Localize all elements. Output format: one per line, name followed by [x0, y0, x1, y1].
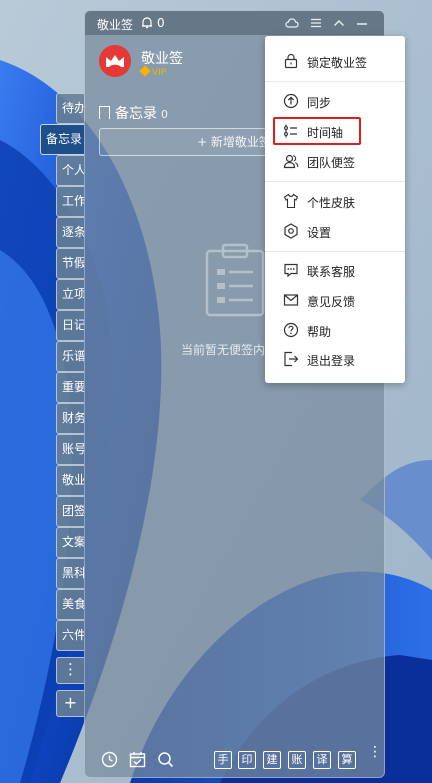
tab-todo[interactable]: 待办: [56, 93, 84, 124]
calculator-button[interactable]: 算: [338, 751, 356, 769]
menu-item-support[interactable]: 联系客服: [265, 255, 405, 285]
avatar[interactable]: [99, 45, 131, 77]
tab-holiday[interactable]: 节假: [56, 248, 84, 279]
account-button[interactable]: 账: [288, 751, 306, 769]
tab-itemized[interactable]: 逐条: [56, 217, 84, 248]
tab-accounts[interactable]: 账号: [56, 434, 84, 465]
tab-work[interactable]: 工作: [56, 186, 84, 217]
menu-label-support: 联系客服: [307, 265, 356, 279]
tab-diary[interactable]: 日记: [56, 310, 84, 341]
tab-finance[interactable]: 财务: [56, 403, 84, 434]
category-tabs: 待办 备忘录 个人 工作 逐条 节假 立项 日记 乐谱 重要 财务 账号 敬业 …: [40, 93, 84, 717]
menu-divider: [265, 81, 405, 82]
menu-label-help: 帮助: [307, 325, 332, 339]
section-count: 0: [161, 108, 168, 121]
skin-icon: [283, 193, 299, 209]
tab-project[interactable]: 立项: [56, 279, 84, 310]
bottom-more-icon[interactable]: ⋮: [368, 745, 382, 759]
clock-icon[interactable]: [101, 751, 118, 768]
build-button[interactable]: 建: [263, 751, 281, 769]
team-icon: [283, 154, 299, 169]
section-header: 备忘录 0: [99, 103, 168, 123]
logo-icon: [99, 45, 131, 77]
menu-label-lock: 锁定敬业签: [307, 56, 368, 70]
lock-icon: [284, 53, 298, 69]
menu-label-sync: 同步: [307, 96, 332, 110]
clipboard-icon: [205, 243, 265, 317]
menu-item-sync[interactable]: 同步: [265, 86, 405, 116]
menu-item-settings[interactable]: 设置: [265, 216, 405, 246]
menu-item-logout[interactable]: 退出登录: [265, 344, 405, 374]
tab-team-note[interactable]: 团签: [56, 496, 84, 527]
cloud-sync-icon[interactable]: [285, 16, 299, 30]
minimize-icon[interactable]: [355, 16, 369, 30]
calendar-check-icon[interactable]: [129, 751, 146, 768]
tab-food[interactable]: 美食: [56, 589, 84, 620]
translate-button[interactable]: 译: [313, 751, 331, 769]
tab-slot-active: 备忘录: [40, 124, 84, 155]
section-title: 备忘录: [115, 106, 157, 122]
menu-icon[interactable]: [309, 16, 323, 30]
tab-personal[interactable]: 个人: [56, 155, 84, 186]
menu-label-settings: 设置: [307, 226, 332, 240]
sync-icon: [283, 93, 299, 109]
tab-six-things[interactable]: 六件: [56, 620, 84, 651]
menu-item-team[interactable]: 团队便签: [265, 146, 405, 176]
menu-item-skin[interactable]: 个性皮肤: [265, 186, 405, 216]
tab-memo[interactable]: 备忘录: [40, 124, 84, 155]
bell-icon[interactable]: [141, 16, 153, 29]
help-icon: [283, 322, 299, 338]
menu-item-help[interactable]: 帮助: [265, 315, 405, 345]
bookmark-icon: [99, 106, 110, 119]
settings-icon: [284, 223, 298, 239]
menu-divider: [265, 251, 405, 252]
print-button[interactable]: 印: [238, 751, 256, 769]
gem-icon: [139, 65, 151, 77]
tab-important[interactable]: 重要: [56, 372, 84, 403]
bottom-toolbar: 手 印 建 账 译 算 ⋮: [85, 743, 384, 777]
menu-label-skin: 个性皮肤: [307, 196, 356, 210]
search-icon[interactable]: [157, 751, 174, 768]
handwrite-button[interactable]: 手: [214, 751, 232, 769]
add-tab-button[interactable]: +: [56, 690, 84, 717]
chat-icon: [284, 263, 298, 278]
tab-tech[interactable]: 黑科: [56, 558, 84, 589]
vip-label: VIP: [152, 68, 167, 78]
menu-divider: [265, 181, 405, 182]
menu-label-feedback: 意见反馈: [307, 295, 356, 309]
collapse-icon[interactable]: [332, 16, 346, 30]
dropdown-menu: 锁定敬业签 同步 时间轴 团队便签 个性皮肤 设置 联系客服 意见反馈 帮助 退…: [265, 36, 405, 383]
menu-label-team: 团队便签: [307, 156, 356, 170]
highlight-box: [273, 117, 361, 145]
vip-badge: VIP: [139, 65, 167, 78]
tab-copywriting[interactable]: 文案: [56, 527, 84, 558]
tab-jingye[interactable]: 敬业: [56, 465, 84, 496]
notification-count: 0: [157, 16, 165, 30]
tab-sheet-music[interactable]: 乐谱: [56, 341, 84, 372]
menu-item-feedback[interactable]: 意见反馈: [265, 285, 405, 315]
menu-label-logout: 退出登录: [307, 354, 356, 368]
title-bar[interactable]: 敬业签 0: [85, 11, 384, 35]
mail-icon: [283, 294, 299, 306]
logout-icon: [284, 351, 299, 367]
more-tabs-button[interactable]: ⋮: [56, 657, 84, 684]
app-title: 敬业签: [97, 18, 134, 32]
user-name: 敬业签: [141, 51, 183, 67]
menu-item-lock[interactable]: 锁定敬业签: [265, 46, 405, 76]
